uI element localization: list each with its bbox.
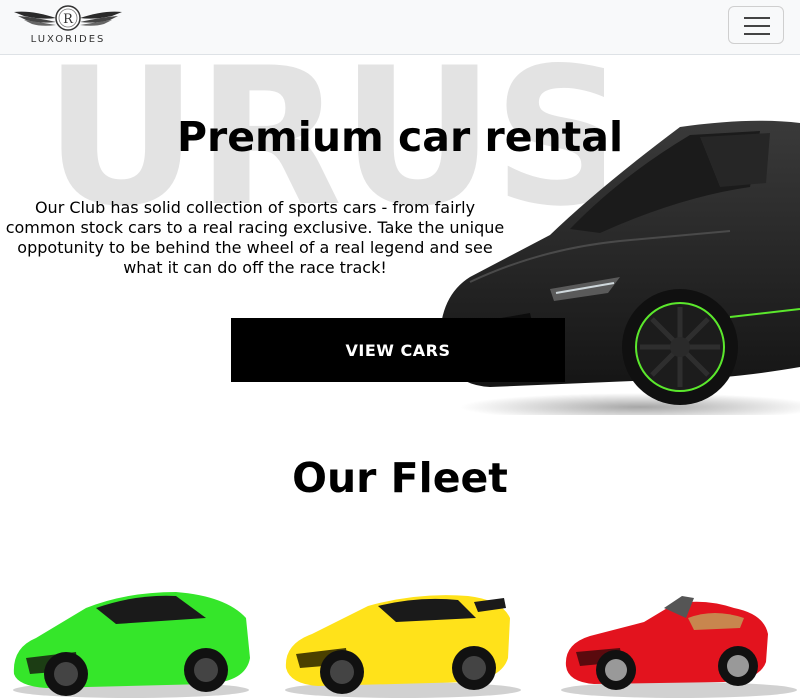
fleet-title: Our Fleet <box>292 454 508 502</box>
view-cars-button[interactable]: VIEW CARS <box>231 318 565 382</box>
winged-logo-icon: R <box>14 5 122 31</box>
fleet-car-green[interactable] <box>6 578 256 700</box>
navbar-toggler-button[interactable] <box>728 6 784 44</box>
hero-title: Premium car rental <box>176 113 624 161</box>
brand-logo[interactable]: R LUXORIDES <box>12 4 124 46</box>
navbar: R LUXORIDES <box>0 0 800 55</box>
brand-name: LUXORIDES <box>30 34 106 45</box>
hero-section: URUS Premium car rental Our Club has sol… <box>0 55 800 415</box>
logo-letter: R <box>63 12 74 27</box>
hero-description: Our Club has solid collection of sports … <box>5 198 505 277</box>
fleet-car-red[interactable] <box>554 578 800 700</box>
fleet-car-yellow[interactable] <box>278 578 528 700</box>
hamburger-menu-icon <box>744 17 770 35</box>
